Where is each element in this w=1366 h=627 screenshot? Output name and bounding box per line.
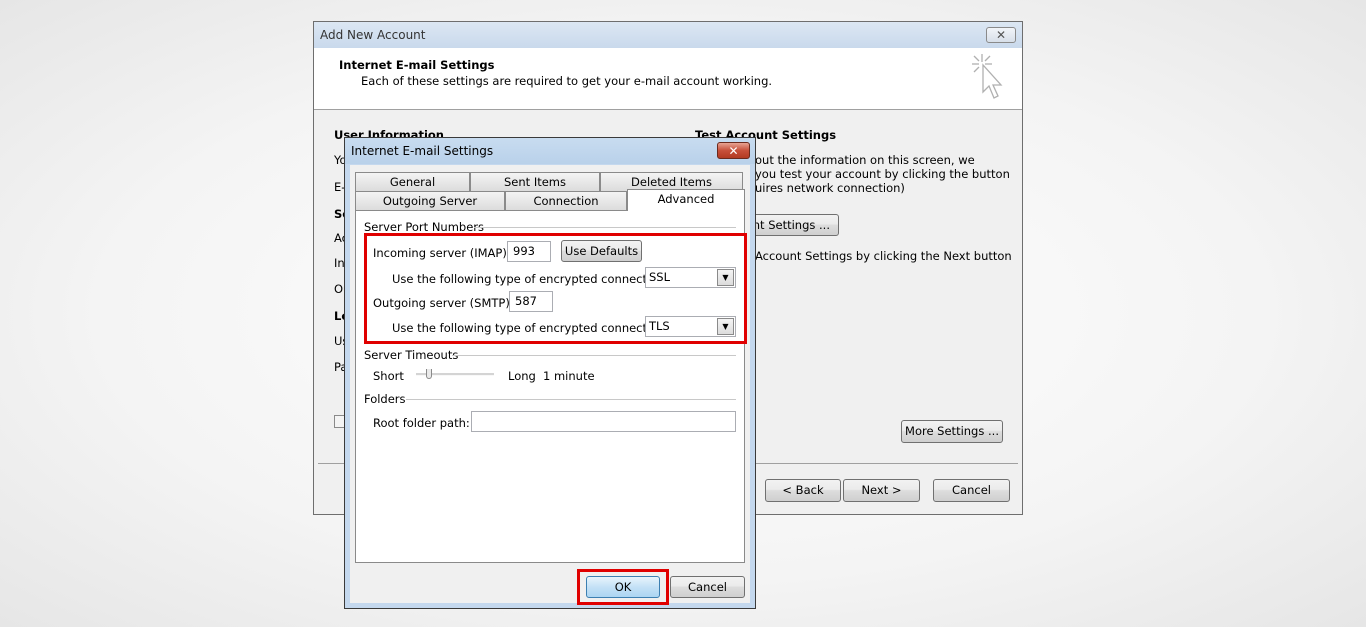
main-close-button[interactable]: ✕ — [986, 27, 1016, 43]
annotation-highlight-ok — [577, 569, 669, 605]
long-label: Long — [508, 369, 536, 383]
more-settings-button[interactable]: More Settings ... — [901, 420, 1003, 443]
server-ports-group-label: Server Port Numbers — [364, 220, 485, 234]
dialog-close-button[interactable]: ✕ — [717, 142, 750, 159]
group-divider — [406, 399, 736, 400]
test-info-line3: uires network connection) — [755, 181, 905, 195]
header-subtitle: Each of these settings are required to g… — [361, 74, 773, 88]
main-header: Internet E-mail Settings Each of these s… — [314, 48, 1022, 110]
dialog-title: Internet E-mail Settings — [351, 144, 494, 158]
server-timeouts-group-label: Server Timeouts — [364, 348, 459, 362]
cursor-click-icon — [972, 54, 1003, 99]
tab-connection[interactable]: Connection — [505, 191, 627, 210]
test-info-line2: you test your account by clicking the bu… — [755, 167, 1010, 181]
main-cancel-button[interactable]: Cancel — [933, 479, 1010, 502]
close-icon: ✕ — [995, 28, 1007, 42]
internet-email-settings-dialog: Internet E-mail Settings ✕ General Sent … — [344, 137, 756, 609]
folders-group-label: Folders — [364, 392, 406, 406]
tab-outgoing-server[interactable]: Outgoing Server — [355, 191, 505, 210]
short-label: Short — [373, 369, 404, 383]
next-button[interactable]: Next > — [843, 479, 920, 502]
timeout-slider[interactable] — [416, 368, 494, 382]
test-info-line1: out the information on this screen, we — [755, 153, 975, 167]
header-title: Internet E-mail Settings — [339, 58, 495, 72]
advanced-panel: Server Port Numbers Incoming server (IMA… — [355, 210, 747, 563]
annotation-highlight-ports — [364, 233, 747, 344]
dialog-cancel-button[interactable]: Cancel — [670, 576, 745, 598]
main-titlebar: Add New Account ✕ — [314, 22, 1022, 48]
tab-general[interactable]: General — [355, 172, 470, 191]
group-divider — [452, 355, 736, 356]
main-window-title: Add New Account — [320, 28, 426, 42]
dialog-titlebar: Internet E-mail Settings ✕ — [345, 138, 755, 164]
back-button[interactable]: < Back — [765, 479, 841, 502]
group-divider — [474, 227, 736, 228]
slider-thumb[interactable] — [426, 369, 432, 379]
dialog-body: General Sent Items Deleted Items Outgoin… — [350, 165, 750, 605]
next-info-text: Account Settings by clicking the Next bu… — [755, 249, 1012, 263]
close-icon: ✕ — [728, 144, 739, 158]
timeout-value: 1 minute — [543, 369, 595, 383]
root-folder-label: Root folder path: — [373, 416, 470, 430]
root-folder-input[interactable] — [471, 411, 736, 432]
tab-sent-items[interactable]: Sent Items — [470, 172, 600, 191]
tab-advanced[interactable]: Advanced — [627, 189, 745, 211]
